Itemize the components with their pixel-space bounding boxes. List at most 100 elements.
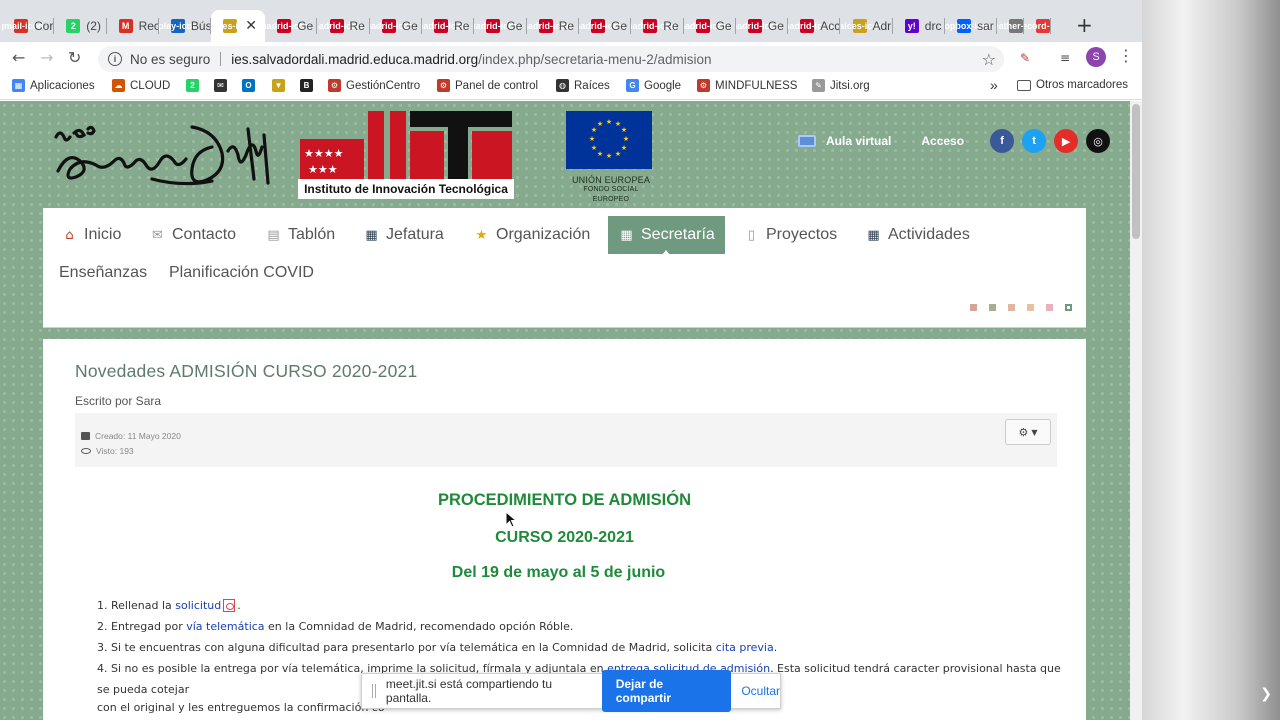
madrid-icon: madrid-icon <box>788 19 833 33</box>
color-swatch[interactable] <box>1027 304 1034 311</box>
color-swatch[interactable] <box>1065 304 1072 311</box>
nav-item-actividades[interactable]: ▦ Actividades <box>855 216 980 254</box>
profile-avatar[interactable]: S <box>1086 47 1106 67</box>
bookmark-11[interactable]: ⚙ MINDFULNESS <box>697 79 797 92</box>
bookmark-4[interactable]: O <box>242 79 255 92</box>
step-link[interactable]: solicitud <box>175 599 221 612</box>
twitter-icon[interactable]: t <box>1022 129 1047 153</box>
bookmark-10[interactable]: G Google <box>626 79 681 92</box>
forward-arrow-icon[interactable]: → <box>40 48 53 67</box>
tab-6[interactable]: madrid-iconRe <box>318 10 370 42</box>
tab-19[interactable]: feather-icon <box>997 10 1025 42</box>
nav-item-planificación-covid[interactable]: Planificación COVID <box>159 254 324 292</box>
tab-5[interactable]: madrid-iconGe <box>265 10 318 42</box>
nav-item-jefatura[interactable]: ▦ Jefatura <box>353 216 454 254</box>
svg-text:★: ★ <box>597 120 603 128</box>
address-bar[interactable]: i No es seguro ies.salvadordali.madrid.e… <box>98 46 1004 72</box>
security-label: No es seguro <box>130 51 211 67</box>
raices-icon: raices-icon <box>211 19 254 33</box>
gmail-icon: gmail-icon <box>2 19 44 33</box>
bookmark-1[interactable]: ☁ CLOUD <box>112 79 170 92</box>
tab-14[interactable]: madrid-iconGe <box>736 10 789 42</box>
reload-icon[interactable]: ↻ <box>68 48 81 67</box>
color-swatch[interactable] <box>970 304 977 311</box>
salvador-dali-logo[interactable] <box>52 115 280 195</box>
tab-1[interactable]: 2 (2) <box>54 10 107 42</box>
stop-sharing-button[interactable]: Dejar de compartir <box>601 670 732 712</box>
aula-virtual-link[interactable]: Aula virtual <box>826 134 891 148</box>
bookmark-9[interactable]: ◍ Raíces <box>556 79 610 92</box>
tab-label: Ge <box>506 19 523 33</box>
tab-3[interactable]: play-icon Bús <box>159 10 212 42</box>
bookmark-8[interactable]: ⚙ Panel de control <box>437 79 538 92</box>
bookmark-2[interactable]: 2 <box>186 79 199 92</box>
acceso-link[interactable]: Acceso <box>921 134 964 148</box>
bookmarks-overflow-icon[interactable]: » <box>990 77 998 93</box>
reading-list-icon[interactable]: ≡ <box>1056 49 1074 67</box>
youtube-icon[interactable]: ▶ <box>1054 129 1079 153</box>
page-scrollbar[interactable] <box>1130 101 1142 720</box>
pdf-icon[interactable] <box>223 598 236 612</box>
tab-10[interactable]: madrid-iconRe <box>527 10 579 42</box>
new-tab-button[interactable]: + <box>1076 13 1093 37</box>
browser-menu-icon[interactable]: ⋮ <box>1118 46 1134 65</box>
close-tab-icon[interactable]: ✕ <box>245 18 257 34</box>
tab-18[interactable]: dropbox-iconsar <box>945 10 998 42</box>
chevron-right-icon[interactable]: ❯ <box>1260 686 1272 702</box>
bookmark-3[interactable]: ✉ <box>214 79 227 92</box>
color-swatch[interactable] <box>1046 304 1053 311</box>
tab-2[interactable]: M Rec <box>107 10 159 42</box>
tab-11[interactable]: madrid-iconGe <box>579 10 632 42</box>
other-bookmarks[interactable]: Otros marcadores <box>1017 79 1128 91</box>
iit-logo[interactable]: ★★★★ ★★★ Instituto de Innovación Tecnoló… <box>298 111 514 199</box>
bookmark-star-icon[interactable]: ☆ <box>982 50 996 69</box>
tab-12[interactable]: madrid-iconRe <box>631 10 684 42</box>
tab-15[interactable]: madrid-iconAcc <box>788 10 841 42</box>
nav-item-organización[interactable]: ★ Organización <box>463 216 600 254</box>
nav-item-contacto[interactable]: ✉ Contacto <box>139 216 246 254</box>
procedure-heading: PROCEDIMIENTO DE ADMISIÓN <box>437 491 692 509</box>
drag-handle-icon[interactable] <box>372 684 376 698</box>
tab-4[interactable]: raices-icon✕ <box>211 10 266 42</box>
dropbox-icon: dropbox-icon <box>945 19 993 33</box>
header-links: Aula virtual Acceso f t ▶ ◎ <box>798 129 1111 153</box>
back-arrow-icon[interactable]: ← <box>12 48 25 67</box>
extension-pen-icon[interactable]: ✎ <box>1016 49 1034 67</box>
nav-label: Secretaría <box>641 226 715 243</box>
facebook-icon[interactable]: f <box>990 129 1015 153</box>
bookmark-0[interactable]: ▦ Aplicaciones <box>12 79 95 92</box>
bookmark-6[interactable]: B <box>300 79 313 92</box>
main-navigation: ⌂ Inicio ✉ Contacto ▤ Tablón ▦ Jefatura ★ Organiz… <box>43 208 1086 328</box>
record-icon: record-icon <box>1024 19 1052 33</box>
color-swatch[interactable] <box>1008 304 1015 311</box>
step-link[interactable]: vía telemática <box>186 620 264 633</box>
tab-0[interactable]: gmail-icon Cor <box>2 10 55 42</box>
tab-17[interactable]: y! drc <box>893 10 946 42</box>
instagram-icon[interactable]: ◎ <box>1086 129 1111 153</box>
madrid-icon: madrid-icon <box>318 19 363 33</box>
bookmark-12[interactable]: ✎ Jitsi.org <box>812 79 870 92</box>
article-tools-button[interactable]: ⚙ ▼ <box>1005 419 1051 445</box>
scrollbar-thumb[interactable] <box>1132 104 1140 239</box>
bookmark-5[interactable]: ▼ <box>272 79 285 92</box>
tab-9[interactable]: madrid-iconGe <box>474 10 527 42</box>
step-link[interactable]: cita previa <box>716 641 774 654</box>
tab-13[interactable]: madrid-iconGe <box>684 10 736 42</box>
nav-item-proyectos[interactable]: ▯ Proyectos <box>733 216 847 254</box>
monitor-icon <box>798 135 816 147</box>
tab-label: Ge <box>611 19 628 33</box>
bookmark-7[interactable]: ⚙ GestiónCentro <box>328 79 420 92</box>
tab-20[interactable]: record-icon <box>1024 10 1052 42</box>
nav-item-enseñanzas[interactable]: Enseñanzas <box>49 254 157 292</box>
nav-item-tablón[interactable]: ▤ Tablón <box>255 216 345 254</box>
tab-7[interactable]: madrid-iconGe <box>370 10 423 42</box>
hide-banner-button[interactable]: Ocultar <box>741 684 780 698</box>
tab-label: Ge <box>401 19 418 33</box>
tab-8[interactable]: madrid-iconRe <box>422 10 475 42</box>
whatsapp-icon: 2 <box>66 19 81 33</box>
nav-item-inicio[interactable]: ⌂ Inicio <box>51 216 131 254</box>
info-icon[interactable]: i <box>108 52 122 66</box>
color-swatch[interactable] <box>989 304 996 311</box>
tab-16[interactable]: raices-iconAdr <box>841 10 893 42</box>
nav-item-secretaría[interactable]: ▦ Secretaría <box>608 216 725 255</box>
